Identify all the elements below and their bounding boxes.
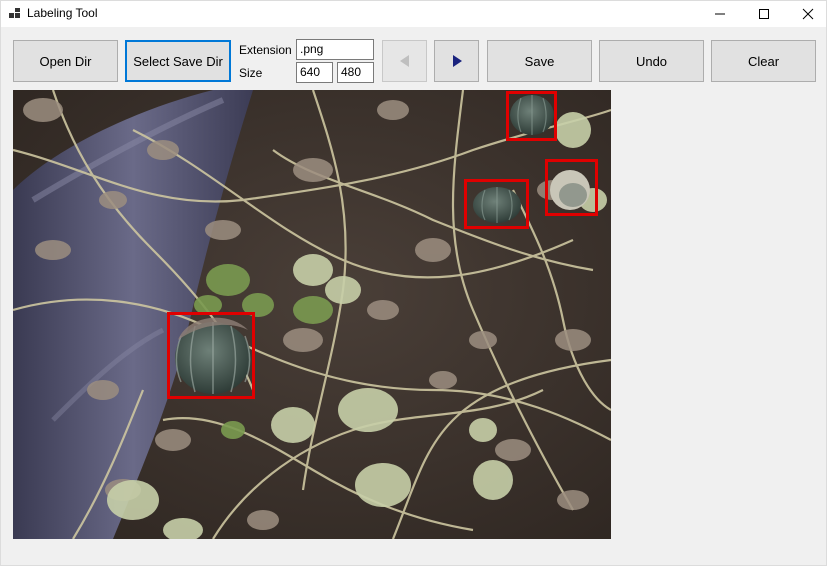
bounding-box[interactable] [464,179,529,229]
window-title: Labeling Tool [27,6,98,20]
image-canvas[interactable] [13,90,611,539]
undo-button[interactable]: Undo [599,40,704,82]
maximize-icon [759,9,769,19]
clear-button[interactable]: Clear [711,40,816,82]
labeling-tool-window: Labeling Tool Open Dir Select Save Dir E… [0,0,827,566]
close-icon [802,8,814,20]
save-button[interactable]: Save [487,40,592,82]
bounding-box[interactable] [506,91,557,141]
bounding-box[interactable] [545,159,598,216]
extension-field[interactable]: .png [296,39,374,60]
extension-label: Extension [239,43,292,57]
app-icon [9,8,20,18]
size-label: Size [239,66,263,80]
field-photo [13,90,611,539]
title-bar: Labeling Tool [1,1,826,27]
minimize-icon [715,13,725,15]
bounding-box[interactable] [167,312,255,399]
select-save-dir-button[interactable]: Select Save Dir [125,40,231,82]
width-field[interactable]: 640 [296,62,333,83]
open-dir-button[interactable]: Open Dir [13,40,118,82]
maximize-button[interactable] [742,1,786,27]
previous-image-button[interactable] [382,40,427,82]
next-image-button[interactable] [434,40,479,82]
next-arrow-icon [452,55,462,67]
prev-arrow-icon [399,55,409,67]
height-field[interactable]: 480 [337,62,374,83]
minimize-button[interactable] [698,1,742,27]
close-button[interactable] [786,1,827,27]
